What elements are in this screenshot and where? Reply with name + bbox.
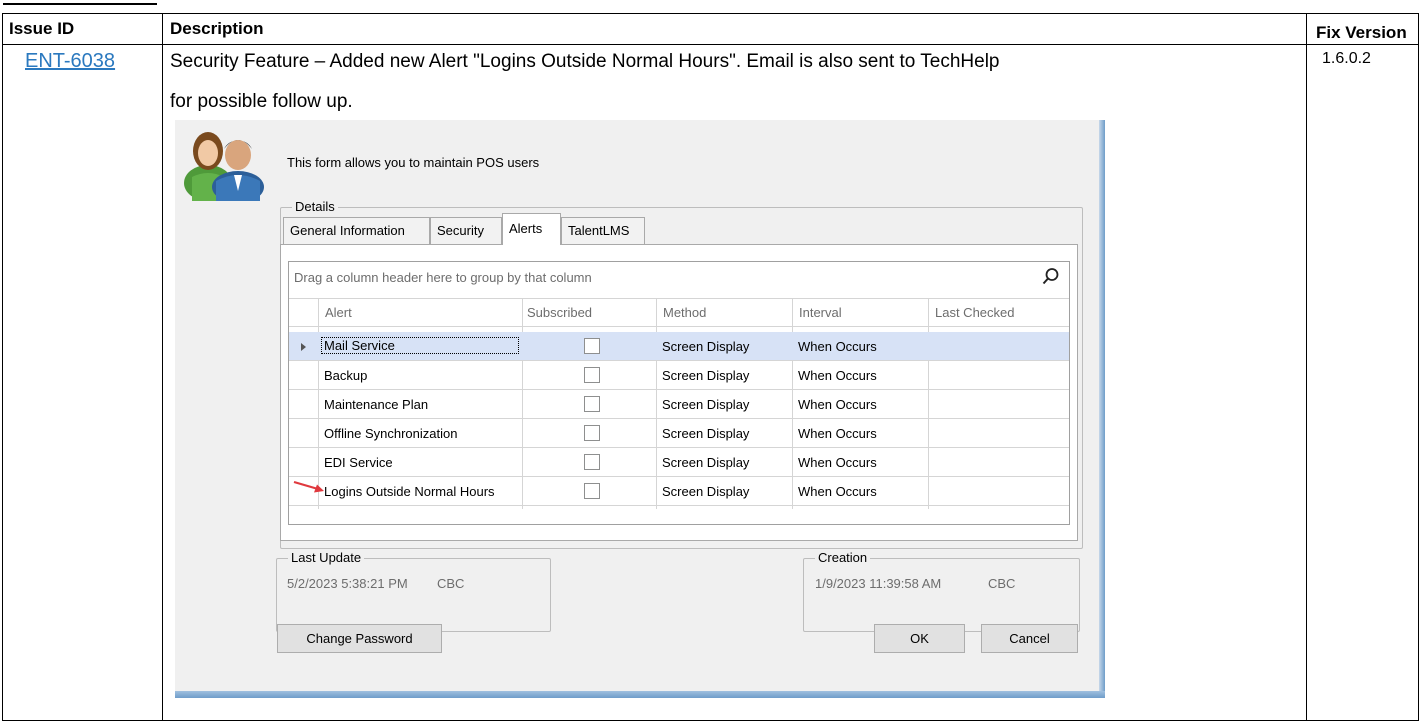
column-header-subscribed[interactable]: Subscribed [527, 305, 592, 320]
subscribed-checkbox[interactable] [584, 483, 600, 499]
column-header-last-checked[interactable]: Last Checked [935, 305, 1015, 320]
issue-id-header: Issue ID [9, 19, 75, 38]
last-update-datetime: 5/2/2023 5:38:21 PM [287, 576, 408, 591]
method-cell[interactable]: Screen Display [662, 397, 749, 412]
top-rule [3, 3, 157, 5]
alert-name-cell[interactable]: Mail Service [321, 337, 519, 354]
column-header-method[interactable]: Method [663, 305, 706, 320]
table-row[interactable]: Backup Screen Display When Occurs [289, 361, 1069, 390]
header-divider [3, 44, 1418, 45]
table-row[interactable]: EDI Service Screen Display When Occurs [289, 448, 1069, 477]
interval-cell[interactable]: When Occurs [798, 339, 877, 354]
method-cell[interactable]: Screen Display [662, 368, 749, 383]
method-cell[interactable]: Screen Display [662, 484, 749, 499]
creation-datetime: 1/9/2023 11:39:58 AM [815, 576, 942, 591]
last-update-user: CBC [437, 576, 465, 591]
alert-name-cell[interactable]: Offline Synchronization [324, 426, 457, 441]
last-update-groupbox [276, 558, 551, 632]
subscribed-checkbox[interactable] [584, 454, 600, 470]
creation-user: CBC [988, 576, 1016, 591]
grid-header-row: Alert Subscribed Method Interval Last Ch… [289, 298, 1069, 327]
issue-link[interactable]: ENT-6038 [25, 50, 115, 73]
ok-button[interactable]: OK [874, 624, 965, 653]
subscribed-checkbox[interactable] [584, 396, 600, 412]
column-header-interval[interactable]: Interval [799, 305, 842, 320]
alert-name-cell[interactable]: Maintenance Plan [324, 397, 428, 412]
description-line-2: for possible follow up. [170, 91, 353, 112]
column-divider [162, 14, 163, 720]
creation-caption: Creation [815, 550, 871, 565]
details-caption: Details [292, 199, 338, 214]
alert-name-cell[interactable]: Logins Outside Normal Hours [324, 484, 495, 499]
tab-talentlms[interactable]: TalentLMS [561, 217, 645, 244]
table-row[interactable]: Maintenance Plan Screen Display When Occ… [289, 390, 1069, 419]
method-cell[interactable]: Screen Display [662, 339, 749, 354]
alert-name-cell[interactable]: EDI Service [324, 455, 393, 470]
table-row[interactable]: Logins Outside Normal Hours Screen Displ… [289, 477, 1069, 506]
creation-groupbox [803, 558, 1080, 632]
interval-cell[interactable]: When Occurs [798, 368, 877, 383]
tab-general-information[interactable]: General Information [283, 217, 430, 244]
interval-cell[interactable]: When Occurs [798, 426, 877, 441]
search-icon[interactable] [1042, 267, 1060, 285]
method-cell[interactable]: Screen Display [662, 426, 749, 441]
interval-cell[interactable]: When Occurs [798, 397, 877, 412]
table-row[interactable]: Mail Service Screen Display When Occurs [289, 332, 1069, 361]
description-line-1: Security Feature – Added new Alert "Logi… [170, 51, 1000, 72]
subscribed-checkbox[interactable] [584, 367, 600, 383]
fix-version-value: 1.6.0.2 [1322, 50, 1371, 67]
dialog-frame-edge [175, 691, 1105, 698]
users-icon [178, 125, 270, 203]
column-divider [1306, 14, 1307, 720]
dialog-frame-edge [1099, 120, 1105, 698]
tab-alerts[interactable]: Alerts [502, 213, 561, 245]
fix-version-header: Fix Version [1316, 23, 1407, 42]
row-indicator-icon [301, 343, 306, 351]
last-update-caption: Last Update [288, 550, 365, 565]
change-password-button[interactable]: Change Password [277, 624, 442, 653]
method-cell[interactable]: Screen Display [662, 455, 749, 470]
column-header-alert[interactable]: Alert [325, 305, 352, 320]
description-header: Description [170, 19, 264, 38]
dialog-intro-text: This form allows you to maintain POS use… [287, 155, 540, 170]
subscribed-checkbox[interactable] [584, 425, 600, 441]
cancel-button[interactable]: Cancel [981, 624, 1078, 653]
interval-cell[interactable]: When Occurs [798, 484, 877, 499]
interval-cell[interactable]: When Occurs [798, 455, 877, 470]
red-arrow-icon [293, 480, 324, 493]
group-by-hint: Drag a column header here to group by th… [294, 270, 592, 285]
table-row[interactable]: Offline Synchronization Screen Display W… [289, 419, 1069, 448]
tab-security[interactable]: Security [430, 217, 502, 244]
subscribed-checkbox[interactable] [584, 338, 600, 354]
alert-name-cell[interactable]: Backup [324, 368, 367, 383]
